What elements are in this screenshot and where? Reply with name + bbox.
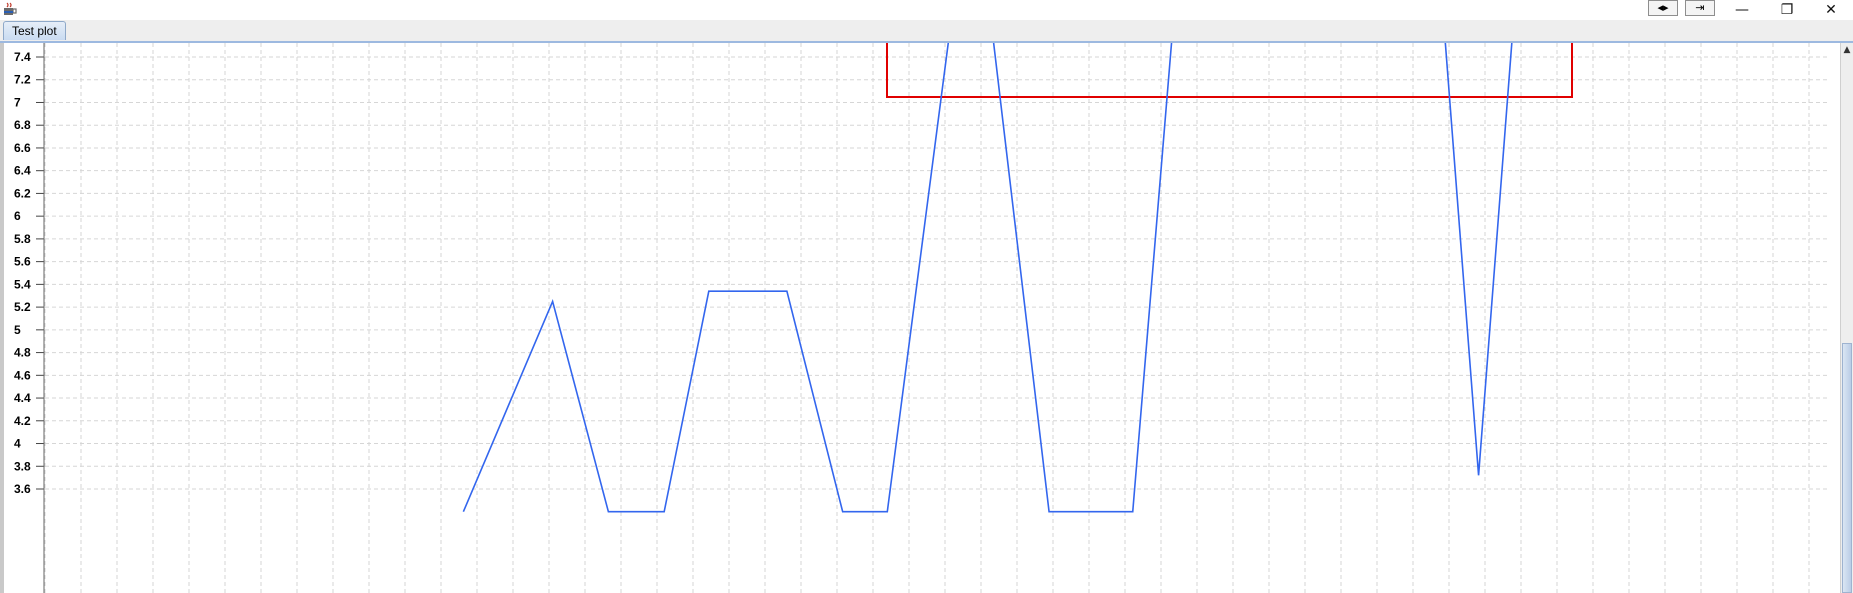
dock-window-icon: ⇥ [1695,1,1705,14]
java-cup-icon [4,2,17,15]
minimize-button[interactable]: — [1720,0,1764,20]
window-title-bar: ◂▸ ⇥ — ❐ ✕ [0,0,1853,20]
layout-toggle-button[interactable]: ◂▸ [1648,0,1678,16]
y-axis-bar [0,43,4,593]
y-tick-label: 7.4 [14,50,31,64]
y-tick-label: 3.6 [14,482,31,496]
y-tick-label: 6.4 [14,164,31,178]
y-tick-label: 4.4 [14,391,31,405]
y-tick-label: 7.2 [14,73,31,87]
scroll-thumb[interactable] [1842,343,1852,593]
y-tick-label: 5.2 [14,300,31,314]
y-tick-label: 6.2 [14,186,31,200]
y-tick-label: 6 [14,209,21,223]
y-tick-label: 6.6 [14,141,31,155]
line-chart: 3.6 3.8 4 4.2 4.4 4.6 4.8 5 5.2 5.4 5.6 5.8 6 6.2 6.4 6… [14,43,1830,593]
restore-button[interactable]: ❐ [1765,0,1809,20]
y-tick-label: 5.6 [14,255,31,269]
left-right-arrows-icon: ◂▸ [1657,1,1669,14]
y-tick-label: 4.6 [14,368,31,382]
y-tick-label: 5.4 [14,277,31,291]
scroll-up-arrow-icon[interactable]: ▲ [1842,45,1852,55]
y-tick-label: 7 [14,95,21,109]
y-tick-label: 4.8 [14,346,31,360]
y-tick-label: 4.2 [14,414,31,428]
dock-window-button[interactable]: ⇥ [1685,0,1715,16]
close-button[interactable]: ✕ [1809,0,1853,20]
highlight-box [886,43,1573,98]
y-tick-label: 3.8 [14,459,31,473]
y-tick-label: 5 [14,323,21,337]
vertical-scrollbar[interactable]: ▲ [1840,43,1853,593]
y-tick-label: 6.8 [14,118,31,132]
tab-test-plot[interactable]: Test plot [3,21,66,40]
tab-strip: Test plot [0,20,1853,42]
y-tick-label: 5.8 [14,232,31,246]
y-tick-label: 4 [14,437,21,451]
